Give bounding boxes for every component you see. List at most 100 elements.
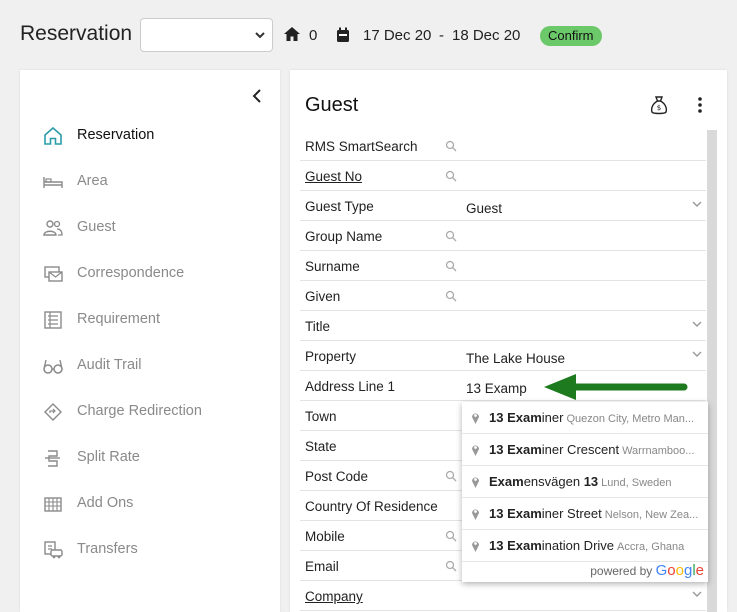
sidebar-item-label: Correspondence — [77, 265, 185, 281]
match-bold: Exam — [489, 474, 524, 489]
form-row-company[interactable]: Company — [300, 581, 706, 611]
match-rest: ensvägen — [523, 474, 584, 489]
field-label: Guest Type — [305, 199, 374, 214]
sidebar-item-label: Reservation — [77, 127, 155, 143]
sidebar-item-label: Guest — [77, 219, 116, 235]
list-icon — [44, 311, 62, 329]
sidebar-item-requirement[interactable]: Requirement — [20, 304, 280, 336]
sidebar-item-add-ons[interactable]: Add Ons — [20, 488, 280, 520]
calendar-icon — [337, 27, 349, 42]
field-label[interactable]: Company — [305, 589, 363, 604]
field-label[interactable]: Guest No — [305, 169, 362, 184]
sidebar-item-audit-trail[interactable]: Audit Trail — [20, 350, 280, 382]
field-label: RMS SmartSearch — [305, 139, 418, 154]
addons-icon — [44, 497, 62, 512]
map-pin-icon — [472, 509, 479, 520]
date-separator: - — [439, 27, 444, 44]
search-icon[interactable] — [445, 470, 457, 482]
sidebar-item-transfers[interactable]: Transfers — [20, 534, 280, 566]
autocomplete-text: 13 Examination Drive Accra, Ghana — [489, 538, 684, 553]
location-subtitle: Lund, Sweden — [601, 477, 672, 489]
scrollbar[interactable] — [707, 130, 717, 612]
field-value[interactable]: 13 Examp — [466, 381, 527, 396]
sidebar-item-area[interactable]: Area — [20, 166, 280, 198]
autocomplete-option[interactable]: Examensvägen 13 Lund, Sweden — [462, 466, 708, 498]
form-row-property[interactable]: Property The Lake House — [300, 341, 706, 371]
diamond-arrow-icon — [44, 403, 62, 421]
glasses-icon — [43, 359, 63, 374]
search-icon[interactable] — [445, 140, 457, 152]
autocomplete-option[interactable]: 13 Examiner Quezon City, Metro Man... — [462, 402, 708, 434]
date-to[interactable]: 18 Dec 20 — [452, 27, 520, 44]
sidebar-item-charge-redirection[interactable]: Charge Redirection — [20, 396, 280, 428]
date-from[interactable]: 17 Dec 20 — [363, 27, 431, 44]
map-pin-icon — [472, 413, 479, 424]
field-label: Mobile — [305, 529, 345, 544]
field-label: State — [305, 439, 337, 454]
field-value[interactable]: The Lake House — [466, 351, 565, 366]
field-label: Surname — [305, 259, 360, 274]
autocomplete-text: 13 Examiner Quezon City, Metro Man... — [489, 410, 694, 425]
location-subtitle: Quezon City, Metro Man... — [566, 413, 695, 425]
autocomplete-option[interactable]: 13 Examiner Crescent Warrnamboo... — [462, 434, 708, 466]
more-vertical-icon[interactable] — [694, 95, 706, 115]
search-icon[interactable] — [445, 290, 457, 302]
match-bold: 13 Exam — [489, 410, 542, 425]
sidebar-item-split-rate[interactable]: Split Rate — [20, 442, 280, 474]
status-badge[interactable]: Confirm — [540, 26, 602, 46]
sidebar-item-guest[interactable]: Guest — [20, 212, 280, 244]
map-pin-icon — [472, 477, 479, 488]
search-icon[interactable] — [445, 560, 457, 572]
collapse-sidebar-button[interactable] — [249, 84, 265, 106]
powered-by-google: powered by Google — [590, 562, 704, 579]
autocomplete-option[interactable]: 13 Examiner Street Nelson, New Zea... — [462, 498, 708, 530]
home-icon — [44, 126, 62, 145]
field-label: Email — [305, 559, 339, 574]
address-autocomplete: 13 Examiner Quezon City, Metro Man... 13 E… — [462, 402, 708, 582]
sidebar-item-reservation[interactable]: Reservation — [20, 120, 280, 152]
sidebar-item-label: Requirement — [77, 311, 161, 327]
home-count: 0 — [309, 27, 318, 44]
sidebar-item-label: Area — [77, 173, 108, 189]
sidebar-item-label: Charge Redirection — [77, 403, 202, 419]
search-icon[interactable] — [445, 230, 457, 242]
powered-by-label: powered by — [590, 564, 653, 578]
location-subtitle: Accra, Ghana — [617, 541, 685, 553]
home-icon — [284, 27, 300, 41]
match-bold-2: 13 — [583, 474, 599, 489]
search-icon[interactable] — [445, 260, 457, 272]
chevron-down-icon[interactable] — [692, 200, 702, 208]
field-label: Property — [305, 349, 357, 364]
annotation-arrow — [544, 374, 688, 400]
chevron-down-icon[interactable] — [692, 320, 702, 328]
autocomplete-option[interactable]: 13 Examination Drive Accra, Ghana — [462, 530, 708, 562]
reservation-select[interactable] — [140, 18, 273, 52]
chevron-down-icon[interactable] — [692, 590, 702, 598]
field-label: Title — [305, 319, 331, 334]
form-row-rms-smartsearch[interactable]: RMS SmartSearch — [300, 131, 706, 161]
google-logo: Google — [655, 562, 704, 579]
chevron-down-icon[interactable] — [692, 350, 702, 358]
sidebar: Reservation Area Guest Correspondence Re… — [20, 70, 280, 612]
map-pin-icon — [472, 445, 479, 456]
sidebar-item-correspondence[interactable]: Correspondence — [20, 258, 280, 290]
sidebar-item-label: Split Rate — [77, 449, 140, 465]
mail-icon — [44, 266, 63, 282]
split-icon — [45, 450, 60, 467]
form-row-title[interactable]: Title — [300, 311, 706, 341]
form-row-group-name[interactable]: Group Name — [300, 221, 706, 251]
field-value[interactable]: Guest — [466, 201, 502, 216]
search-icon[interactable] — [445, 530, 457, 542]
form-row-surname[interactable]: Surname — [300, 251, 706, 281]
svg-text:$: $ — [657, 104, 661, 112]
form-row-guest-type[interactable]: Guest Type Guest — [300, 191, 706, 221]
match-rest: iner Street — [541, 506, 602, 521]
chevron-down-icon — [255, 32, 265, 39]
form-row-given[interactable]: Given — [300, 281, 706, 311]
map-pin-icon — [472, 541, 479, 552]
money-bag-icon[interactable]: $ — [650, 95, 668, 115]
transfer-icon — [44, 541, 63, 559]
autocomplete-text: 13 Examiner Street Nelson, New Zea... — [489, 506, 698, 521]
form-row-guest-no[interactable]: Guest No — [300, 161, 706, 191]
search-icon[interactable] — [445, 170, 457, 182]
